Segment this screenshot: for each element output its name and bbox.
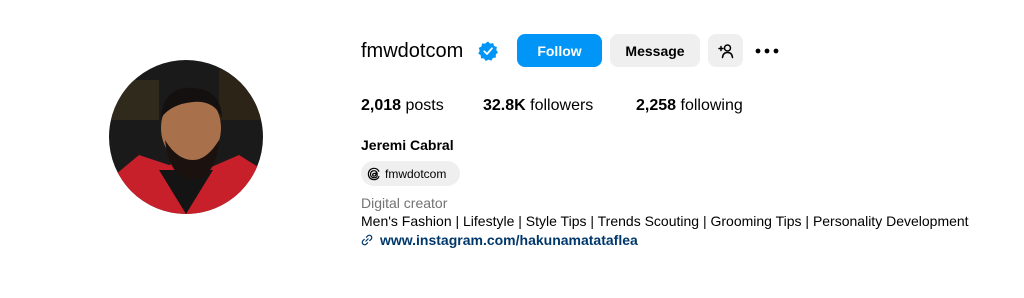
follow-button[interactable]: Follow bbox=[517, 34, 602, 67]
verified-badge-icon bbox=[478, 41, 498, 61]
followers-label: followers bbox=[530, 97, 594, 114]
profile-username: fmwdotcom bbox=[361, 40, 464, 62]
profile-avatar[interactable] bbox=[109, 60, 263, 214]
posts-count: 2,018 bbox=[361, 97, 402, 114]
profile-category: Digital creator bbox=[361, 195, 448, 211]
posts-stat: 2,018 posts bbox=[361, 96, 444, 116]
link-icon bbox=[361, 234, 373, 246]
more-options-icon bbox=[755, 48, 779, 54]
add-user-icon bbox=[717, 43, 733, 58]
followers-count: 32.8K bbox=[483, 97, 526, 114]
avatar-image bbox=[109, 60, 263, 214]
following-stat[interactable]: 2,258 following bbox=[636, 96, 743, 116]
threads-link-chip[interactable]: fmwdotcom bbox=[361, 161, 460, 186]
threads-icon bbox=[367, 167, 380, 180]
profile-link[interactable]: www.instagram.com/hakunamatataflea bbox=[361, 231, 638, 249]
threads-handle: fmwdotcom bbox=[385, 166, 447, 181]
following-count: 2,258 bbox=[636, 97, 677, 114]
more-options-button[interactable] bbox=[754, 40, 780, 62]
following-label: following bbox=[680, 97, 743, 114]
profile-full-name: Jeremi Cabral bbox=[361, 137, 454, 153]
posts-label: posts bbox=[405, 97, 444, 114]
profile-link-text[interactable]: www.instagram.com/hakunamatataflea bbox=[380, 231, 638, 249]
message-button[interactable]: Message bbox=[610, 34, 700, 67]
profile-bio: Men's Fashion | Lifestyle | Style Tips |… bbox=[361, 213, 969, 229]
followers-stat[interactable]: 32.8K followers bbox=[483, 96, 593, 116]
suggested-users-button[interactable] bbox=[708, 34, 743, 67]
